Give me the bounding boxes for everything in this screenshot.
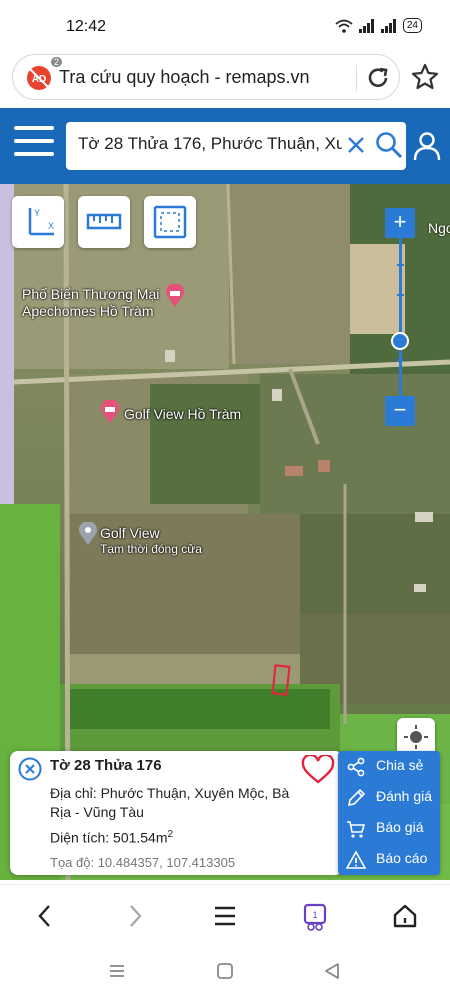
back-icon[interactable]	[34, 903, 56, 929]
clear-search-icon[interactable]	[344, 133, 368, 157]
zoom-tick	[397, 264, 404, 266]
parcel-title: Tờ 28 Thửa 176	[50, 757, 162, 774]
place-pin-icon[interactable]	[78, 522, 98, 546]
area-select-icon	[153, 205, 187, 239]
poi-label-golf-view-ho-tram[interactable]: Golf View Hồ Tràm	[124, 406, 241, 423]
share-label: Chia sẻ	[376, 757, 424, 773]
poi-label-apechomes[interactable]: Phố Biển Thương Mại Apechomes Hồ Tràm	[22, 286, 159, 320]
report-button[interactable]: Báo cáo	[338, 844, 440, 874]
favorite-heart-icon[interactable]	[301, 755, 335, 785]
svg-text:X: X	[48, 221, 54, 231]
cart-icon	[347, 821, 366, 838]
review-label: Đánh giá	[376, 788, 433, 804]
parcel-area: Diện tích: 501.54m2	[50, 829, 173, 846]
status-icons: 24	[335, 18, 422, 33]
screen: 12:42 24 AD 2 Tra cứu quy hoạch - remaps…	[0, 0, 450, 999]
hotel-pin-icon[interactable]	[165, 284, 185, 308]
reload-icon[interactable]	[363, 63, 393, 93]
status-time: 12:42	[66, 18, 107, 35]
parcel-area-text: Diện tích: 501.54m	[50, 829, 168, 846]
svg-text:Y: Y	[34, 208, 40, 218]
app-header	[0, 108, 450, 184]
review-button[interactable]: Đánh giá	[338, 782, 440, 812]
quote-label: Báo giá	[376, 819, 424, 835]
browser-toolbar: 1	[0, 884, 450, 946]
recent-apps-icon[interactable]	[108, 962, 126, 980]
zoom-in-button[interactable]: +	[385, 208, 415, 238]
signal-2-icon	[380, 18, 396, 33]
home-icon[interactable]	[392, 903, 418, 929]
wifi-icon	[335, 19, 353, 33]
poi-status-note: Tạm thời đóng cửa	[100, 542, 202, 556]
zoom-tick	[397, 294, 404, 296]
search-box	[66, 122, 406, 170]
pencil-icon	[347, 788, 366, 807]
search-icon[interactable]	[374, 130, 404, 160]
parcel-info-card: Tờ 28 Thửa 176 Địa chỉ: Phước Thuận, Xuy…	[10, 751, 343, 875]
ruler-icon	[86, 213, 122, 230]
no-ads-badge: 2	[51, 57, 63, 67]
battery-indicator: 24	[402, 18, 422, 33]
svg-text:1: 1	[312, 910, 317, 920]
tabs-icon[interactable]: 1	[302, 903, 328, 931]
warning-icon	[346, 850, 366, 869]
user-account-icon[interactable]	[412, 130, 442, 162]
signal-1-icon	[358, 18, 374, 33]
parcel-address: Địa chỉ: Phước Thuận, Xuyên Mộc, Bà Rịa …	[50, 785, 290, 820]
browser-menu-icon[interactable]	[213, 903, 237, 929]
map-place-label: Ngo	[428, 220, 450, 236]
menu-icon[interactable]	[14, 126, 54, 166]
measure-area-button[interactable]	[144, 196, 196, 248]
close-icon[interactable]	[18, 757, 42, 781]
share-icon	[347, 757, 365, 777]
hotel-pin-icon[interactable]	[100, 400, 120, 424]
page-title: Tra cứu quy hoạch - remaps.vn	[59, 67, 310, 87]
measure-distance-button[interactable]	[78, 196, 130, 248]
zoom-tick	[397, 359, 404, 361]
zoom-out-button[interactable]: −	[385, 396, 415, 426]
no-ads-icon[interactable]: AD	[25, 64, 53, 92]
quote-button[interactable]: Báo giá	[338, 813, 440, 843]
bookmark-star-icon[interactable]	[410, 62, 440, 92]
parcel-area-unit-superscript: 2	[167, 829, 174, 840]
parcel-action-menu: Chia sẻ Đánh giá Báo giá Báo cáo	[338, 751, 440, 875]
browser-address-bar[interactable]: AD 2 Tra cứu quy hoạch - remaps.vn	[12, 54, 400, 100]
coordinate-tool-button[interactable]: Y X	[12, 196, 64, 248]
parcel-coordinates: Tọa độ: 10.484357, 107.413305	[50, 855, 236, 870]
system-back-icon[interactable]	[323, 962, 341, 980]
search-input[interactable]	[78, 134, 342, 154]
zoom-slider-track[interactable]	[399, 238, 402, 396]
axis-icon: Y X	[28, 208, 54, 236]
status-bar: 12:42 24	[0, 0, 450, 52]
poi-label-golf-view[interactable]: Golf View Tạm thời đóng cửa	[100, 525, 202, 556]
zoom-slider-knob[interactable]	[391, 332, 409, 350]
poi-name-line-1: Phố Biển Thương Mại	[22, 286, 160, 302]
poi-name-line-2: Apechomes Hồ Tràm	[22, 303, 154, 319]
share-button[interactable]: Chia sẻ	[338, 751, 440, 781]
poi-name: Golf View	[100, 525, 160, 541]
url-divider	[356, 65, 357, 91]
system-navigation-bar	[0, 946, 450, 999]
system-home-icon[interactable]	[216, 962, 234, 980]
forward-icon[interactable]	[124, 903, 146, 929]
report-label: Báo cáo	[376, 850, 428, 866]
